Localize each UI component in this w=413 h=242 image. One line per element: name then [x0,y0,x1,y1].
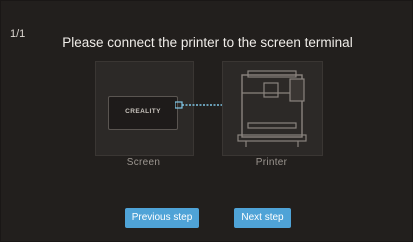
printer-panel [222,61,323,156]
screen-device-logo: CREALITY [125,108,161,115]
screen-label: Screen [126,157,161,168]
printer-icon [237,70,307,147]
dialog-frame: 1/1 Please connect the printer to the sc… [0,0,413,242]
next-step-button[interactable]: Next step [234,208,291,228]
page-title: Please connect the printer to the screen… [62,35,353,50]
printer-label: Printer [255,157,288,168]
previous-step-button[interactable]: Previous step [125,208,199,228]
screen-device-image: CREALITY [108,96,178,130]
